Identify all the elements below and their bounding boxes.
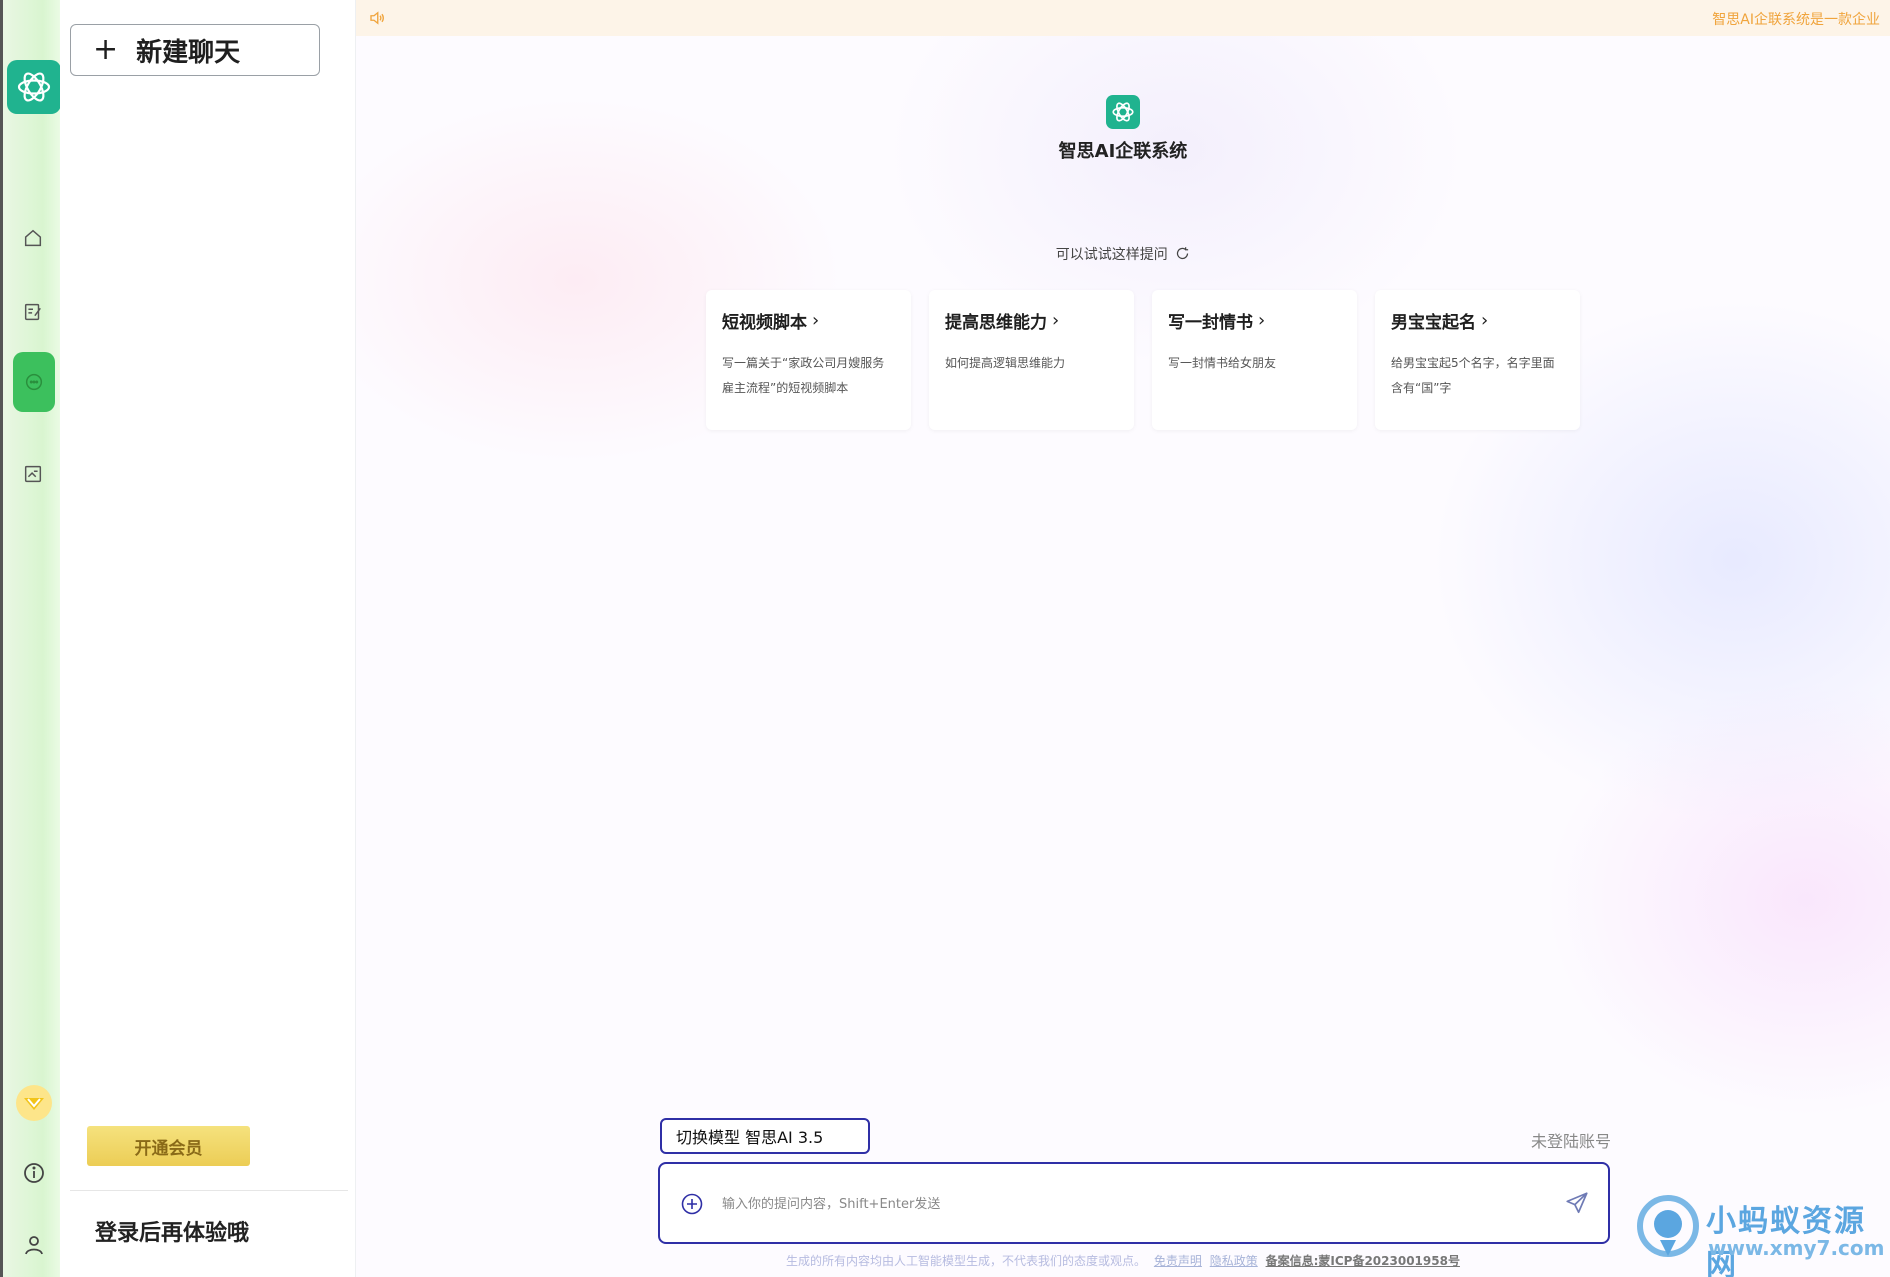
prompt-input[interactable] <box>720 1186 1504 1222</box>
home-icon[interactable] <box>11 216 55 260</box>
watermark-url: www.xmy7.com <box>1708 1236 1885 1260</box>
chevron-right-icon: › <box>1481 310 1489 331</box>
disclaimer-link[interactable]: 免责声明 <box>1154 1254 1202 1268</box>
card-desc: 给男宝宝起5个名字，名字里面含有“国”字 <box>1391 356 1555 395</box>
plus-icon: + <box>93 32 119 67</box>
privacy-link[interactable]: 隐私政策 <box>1210 1254 1258 1268</box>
chat-icon[interactable] <box>13 352 55 412</box>
chevron-right-icon: › <box>812 310 820 331</box>
brand-block: 智思AI企联系统 <box>356 95 1890 163</box>
app-logo-icon[interactable] <box>7 60 61 114</box>
suggestion-card[interactable]: 短视频脚本 › 写一篇关于“家政公司月嫂服务雇主流程”的短视频脚本 <box>706 290 911 430</box>
card-title: 提高思维能力 <box>945 313 1047 333</box>
card-title: 男宝宝起名 <box>1391 313 1476 333</box>
open-vip-button[interactable]: 开通会员 <box>87 1126 250 1166</box>
card-title: 写一封情书 <box>1168 313 1253 333</box>
watermark-logo-icon <box>1637 1195 1699 1257</box>
card-title-row: 男宝宝起名 › <box>1391 308 1564 333</box>
login-hint[interactable]: 登录后再体验哦 <box>95 1215 249 1247</box>
suggestion-card[interactable]: 提高思维能力 › 如何提高逻辑思维能力 <box>929 290 1134 430</box>
new-chat-button[interactable]: + 新建聊天 <box>70 24 320 76</box>
gallery-icon[interactable] <box>11 452 55 496</box>
add-circle-icon[interactable] <box>680 1192 704 1220</box>
suggestion-heading: 可以试试这样提问 <box>1055 247 1168 263</box>
account-status[interactable]: 未登陆账号 <box>1531 1128 1611 1152</box>
switch-model-button[interactable]: 切换模型 智思AI 3.5 <box>660 1118 870 1154</box>
sidebar-divider <box>70 1190 348 1191</box>
refresh-icon[interactable] <box>1175 246 1190 265</box>
vip-icon[interactable] <box>13 1082 55 1124</box>
brand-logo-icon <box>1106 95 1140 129</box>
brand-title: 智思AI企联系统 <box>1058 141 1188 162</box>
sidebar: + 新建聊天 开通会员 登录后再体验哦 <box>60 0 356 1277</box>
speaker-icon <box>368 9 386 31</box>
notes-icon[interactable] <box>11 290 55 334</box>
icon-rail <box>0 0 61 1277</box>
card-title-row: 短视频脚本 › <box>722 308 895 333</box>
new-chat-label: 新建聊天 <box>136 37 241 68</box>
card-title-row: 写一封情书 › <box>1168 308 1341 333</box>
chevron-right-icon: › <box>1052 310 1060 331</box>
suggestion-heading-row: 可以试试这样提问 <box>356 244 1890 265</box>
composer <box>658 1162 1610 1244</box>
notice-text: 智思AI企联系统是一款企业 <box>1712 12 1880 28</box>
card-title: 短视频脚本 <box>722 313 807 333</box>
user-icon[interactable] <box>13 1224 55 1266</box>
icp-link[interactable]: 备案信息:蒙ICP备2023001958号 <box>1266 1254 1460 1268</box>
watermark: 小蚂蚁资源网 www.xmy7.com <box>1636 1190 1890 1277</box>
info-icon[interactable] <box>13 1152 55 1194</box>
card-desc: 写一篇关于“家政公司月嫂服务雇主流程”的短视频脚本 <box>722 356 885 395</box>
card-desc: 如何提高逻辑思维能力 <box>945 356 1066 370</box>
suggestion-card[interactable]: 写一封情书 › 写一封情书给女朋友 <box>1152 290 1357 430</box>
send-icon[interactable] <box>1564 1190 1590 1220</box>
chevron-right-icon: › <box>1258 310 1266 331</box>
card-title-row: 提高思维能力 › <box>945 308 1118 333</box>
notice-bar: 智思AI企联系统是一款企业 <box>356 0 1890 36</box>
suggestion-card[interactable]: 男宝宝起名 › 给男宝宝起5个名字，名字里面含有“国”字 <box>1375 290 1580 430</box>
footer-disclaimer: 生成的所有内容均由人工智能模型生成，不代表我们的态度或观点。 <box>786 1254 1147 1268</box>
card-desc: 写一封情书给女朋友 <box>1168 356 1277 370</box>
main-area: 智思AI企联系统是一款企业 智思AI企联系统 可以试试这样提问 短视频脚本 › … <box>356 0 1890 1277</box>
